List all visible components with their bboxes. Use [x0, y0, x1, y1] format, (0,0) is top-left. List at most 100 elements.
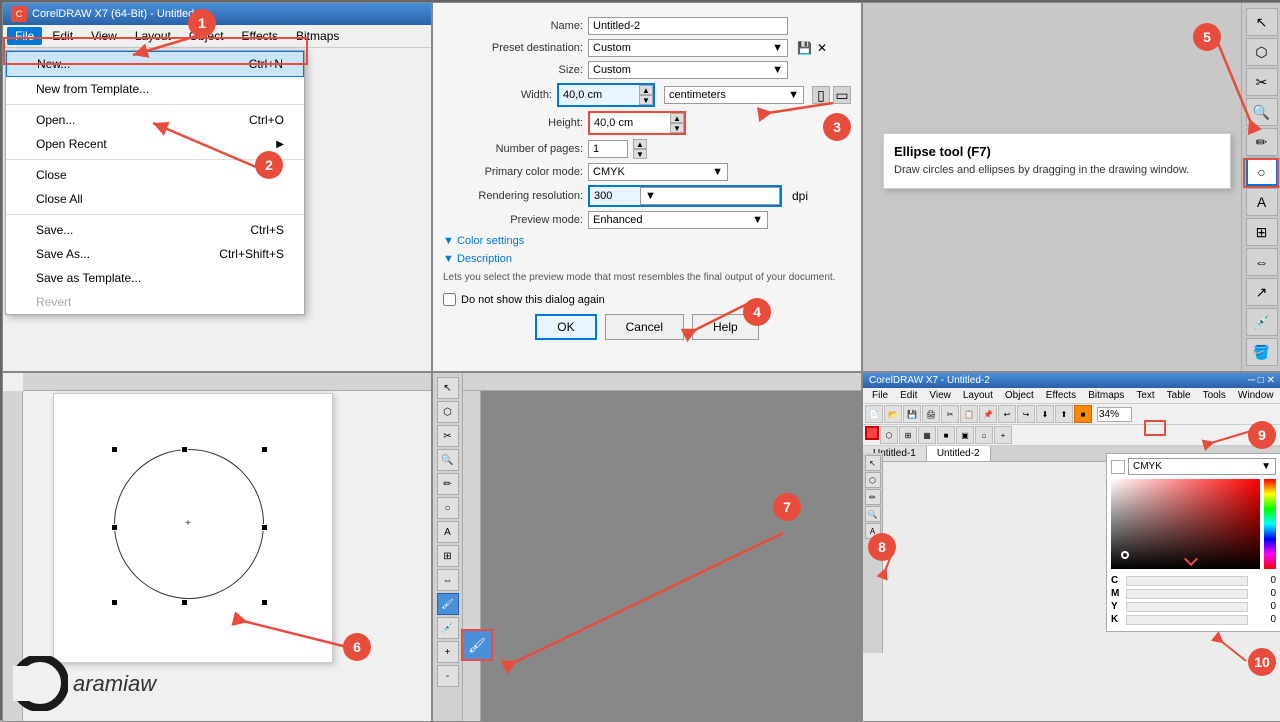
pages-input[interactable] — [588, 140, 628, 158]
handle-bl[interactable] — [111, 599, 118, 606]
cdr2-effects[interactable]: Effects — [1041, 389, 1081, 402]
mini-tool-13[interactable]: - — [437, 665, 459, 687]
size-dropdown[interactable]: Custom ▼ — [588, 61, 788, 79]
name-input[interactable] — [588, 17, 788, 35]
cdr2-paste[interactable]: 📌 — [979, 405, 997, 423]
height-up[interactable]: ▲ — [670, 113, 684, 123]
handle-ml[interactable] — [111, 524, 118, 531]
cdr2-redo[interactable]: ↪ — [1017, 405, 1035, 423]
tool-freehand[interactable]: ✏ — [1246, 128, 1278, 156]
m-bar[interactable] — [1126, 589, 1248, 599]
layout-menu[interactable]: Layout — [127, 27, 179, 45]
menu-open-recent[interactable]: Open Recent ▶ — [6, 132, 304, 156]
tool-ellipse[interactable]: ○ — [1246, 158, 1278, 186]
cdr2-text[interactable]: Text — [1131, 389, 1159, 402]
mini-tool-2[interactable]: ⬡ — [437, 401, 459, 423]
cdr2-t2-4[interactable]: ■ — [937, 426, 955, 444]
width-up[interactable]: ▲ — [639, 85, 653, 95]
preset-del-icon[interactable]: ✕ — [817, 41, 827, 55]
picker-dot[interactable] — [1121, 551, 1129, 559]
height-input[interactable] — [590, 115, 670, 131]
cdr2-special[interactable]: ■ — [1074, 405, 1092, 423]
tool-select[interactable]: ↖ — [1246, 8, 1278, 36]
tool-connector[interactable]: ↗ — [1246, 278, 1278, 306]
cdr2-t2-2[interactable]: ⊞ — [899, 426, 917, 444]
cdr2-zoom-input[interactable] — [1097, 407, 1132, 422]
preset-save-icon[interactable]: 💾 — [797, 41, 812, 55]
handle-br[interactable] — [261, 599, 268, 606]
c-bar[interactable] — [1126, 576, 1248, 586]
resolution-unit-dropdown[interactable]: ▼ — [640, 187, 780, 205]
mini-tool-12[interactable]: + — [437, 641, 459, 663]
mini-tool-6[interactable]: ○ — [437, 497, 459, 519]
handle-tc[interactable] — [181, 446, 188, 453]
width-unit-dropdown[interactable]: centimeters ▼ — [664, 86, 804, 104]
cdr2-save[interactable]: 💾 — [903, 405, 921, 423]
handle-mr[interactable] — [261, 524, 268, 531]
tool-eyedropper[interactable]: 💉 — [1246, 308, 1278, 336]
mini-tool-4[interactable]: 🔍 — [437, 449, 459, 471]
y-bar[interactable] — [1126, 602, 1248, 612]
handle-tl[interactable] — [111, 446, 118, 453]
file-menu[interactable]: File — [7, 27, 42, 45]
mini-tool-9[interactable]: ⇔ — [437, 569, 459, 591]
cdr2-view[interactable]: View — [924, 389, 956, 402]
pages-down[interactable]: ▼ — [633, 149, 647, 159]
color-settings-header[interactable]: ▼ Color settings — [443, 235, 851, 247]
cdr2-object[interactable]: Object — [1000, 389, 1039, 402]
pages-up[interactable]: ▲ — [633, 139, 647, 149]
cdr2-export[interactable]: ⬆ — [1055, 405, 1073, 423]
tool-dimension[interactable]: ⇔ — [1246, 248, 1278, 276]
menu-new[interactable]: New... Ctrl+N — [6, 51, 304, 77]
menu-save-as[interactable]: Save As... Ctrl+Shift+S — [6, 242, 304, 266]
mini-tool-5[interactable]: ✏ — [437, 473, 459, 495]
menu-save[interactable]: Save... Ctrl+S — [6, 218, 304, 242]
tool-crop[interactable]: ✂ — [1246, 68, 1278, 96]
tool-shape[interactable]: ⬡ — [1246, 38, 1278, 66]
description-header[interactable]: ▼ Description — [443, 253, 851, 265]
cdr2-edit[interactable]: Edit — [895, 389, 922, 402]
tool-text[interactable]: A — [1246, 188, 1278, 216]
cdr2-t2-6[interactable]: ⌂ — [975, 426, 993, 444]
tool-table[interactable]: ⊞ — [1246, 218, 1278, 246]
mini-tool-3[interactable]: ✂ — [437, 425, 459, 447]
tool-fill[interactable]: 🪣 — [1246, 338, 1278, 366]
mini-tool-7[interactable]: A — [437, 521, 459, 543]
height-down[interactable]: ▼ — [670, 123, 684, 133]
cdr2-open[interactable]: 📂 — [884, 405, 902, 423]
cdr2-ltool-3[interactable]: ✏ — [865, 489, 881, 505]
active-tool-display[interactable]: 🖌 — [461, 629, 493, 661]
width-input[interactable] — [559, 87, 639, 103]
color-swatch[interactable] — [1111, 460, 1125, 474]
preset-dropdown[interactable]: Custom ▼ — [588, 39, 788, 57]
mini-tool-1[interactable]: ↖ — [437, 377, 459, 399]
handle-tr[interactable] — [261, 446, 268, 453]
cdr2-t2-5[interactable]: ▣ — [956, 426, 974, 444]
cdr2-color-btn[interactable] — [865, 426, 879, 440]
edit-menu[interactable]: Edit — [44, 27, 81, 45]
cdr2-ltool-2[interactable]: ⬡ — [865, 472, 881, 488]
cdr2-import[interactable]: ⬇ — [1036, 405, 1054, 423]
cdr2-print[interactable]: 🖨 — [922, 405, 940, 423]
cdr2-ltool-1[interactable]: ↖ — [865, 455, 881, 471]
color-mode-select[interactable]: CMYK ▼ — [1128, 458, 1276, 475]
color-mode-dropdown[interactable]: CMYK ▼ — [588, 163, 728, 181]
menu-open[interactable]: Open... Ctrl+O — [6, 108, 304, 132]
handle-bc[interactable] — [181, 599, 188, 606]
cdr2-window[interactable]: Window — [1233, 389, 1279, 402]
menu-new-template[interactable]: New from Template... — [6, 77, 304, 101]
cdr2-bitmaps[interactable]: Bitmaps — [1083, 389, 1129, 402]
cdr2-new[interactable]: 📄 — [865, 405, 883, 423]
cancel-button[interactable]: Cancel — [605, 314, 684, 340]
hue-slider[interactable] — [1264, 479, 1276, 569]
resolution-input[interactable] — [590, 188, 640, 204]
cdr2-layout[interactable]: Layout — [958, 389, 998, 402]
ok-button[interactable]: OK — [535, 314, 596, 340]
cdr2-table[interactable]: Table — [1162, 389, 1196, 402]
cdr2-cut[interactable]: ✂ — [941, 405, 959, 423]
cdr2-ltool-4[interactable]: 🔍 — [865, 506, 881, 522]
bitmaps-menu[interactable]: Bitmaps — [288, 27, 347, 45]
menu-save-template[interactable]: Save as Template... — [6, 266, 304, 290]
cdr2-copy[interactable]: 📋 — [960, 405, 978, 423]
effects-menu[interactable]: Effects — [234, 27, 286, 45]
